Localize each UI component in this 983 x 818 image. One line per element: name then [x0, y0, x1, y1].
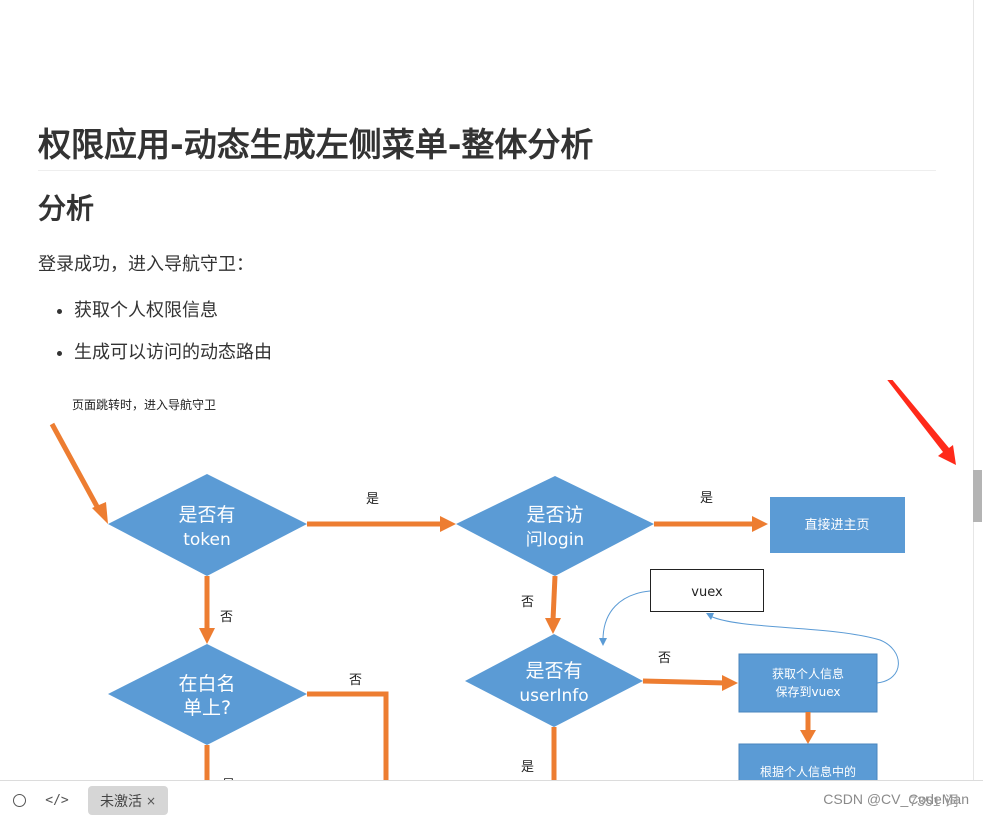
activation-status-label: 未激活 [100, 793, 142, 810]
edge-userinfo-no: 否 [642, 651, 738, 691]
edge-label: 否 [658, 651, 671, 666]
node-text: 单上? [183, 697, 231, 719]
status-bar: </> 未激活 × CSDN @CV_CodeMan 7351 词 [0, 780, 983, 818]
edge-label: 否 [349, 673, 362, 688]
intro-paragraph: 登录成功，进入导航守卫： [38, 254, 254, 275]
diagram-caption: 页面跳转时，进入导航守卫 [72, 397, 216, 412]
decision-has-userinfo: 是否有 userInfo [465, 634, 643, 727]
node-text: token [183, 530, 231, 550]
edge-label: 是 [366, 492, 379, 507]
edge-fetch-to-byinfo [800, 712, 816, 744]
node-text: 在白名 [178, 673, 235, 695]
decision-visit-login: 是否访 问login [456, 476, 654, 576]
code-icon: </> [45, 792, 69, 808]
node-text: 是否有 [525, 660, 582, 682]
close-icon[interactable]: × [146, 794, 156, 808]
edge-login-yes: 是 [654, 491, 768, 532]
edge-login-no: 否 [521, 575, 561, 634]
bullet-item: 生成可以访问的动态路由 [74, 338, 272, 380]
process-by-info: 根据个人信息中的 [738, 743, 878, 780]
node-text: userInfo [519, 686, 588, 706]
bullet-list: 获取个人权限信息 生成可以访问的动态路由 [38, 296, 272, 380]
node-text: 保存到vuex [776, 685, 841, 699]
watermark: CSDN @CV_CodeMan 7351 词 [823, 791, 969, 809]
scrollbar-thumb[interactable] [973, 470, 982, 522]
node-text: vuex [691, 585, 723, 600]
process-fetch-info: 获取个人信息 保存到vuex [738, 653, 878, 713]
circle-icon [12, 793, 26, 807]
connector-vuex-to-userinfo [599, 590, 651, 646]
vertical-scrollbar[interactable] [973, 0, 983, 780]
edge-whitelist-no: 否 [307, 673, 389, 780]
node-text: 是否访 [526, 504, 583, 526]
document-viewport: 权限应用-动态生成左侧菜单-整体分析 分析 登录成功，进入导航守卫： 获取个人权… [0, 0, 973, 780]
node-text: 直接进主页 [804, 517, 869, 533]
activation-status-tab[interactable]: 未激活 × [88, 786, 169, 815]
annotation-arrow-to-scrollbar [854, 336, 956, 465]
edge-label: 否 [521, 595, 534, 610]
source-code-button[interactable]: </> [45, 789, 69, 811]
focus-mode-button[interactable] [8, 789, 30, 811]
flowchart-image: 页面跳转时，进入导航守卫 是否有 token 是 是否访 问login 是 直接… [0, 139, 973, 780]
edge-label: 是 [521, 760, 534, 775]
edge-whitelist-yes: 是 [204, 745, 235, 780]
entry-arrow [49, 422, 108, 524]
document-title: 权限应用-动态生成左侧菜单-整体分析 [38, 120, 936, 171]
edge-label: 否 [220, 610, 233, 625]
node-text: 根据个人信息中的 [760, 764, 856, 779]
bullet-item: 获取个人权限信息 [74, 296, 272, 338]
section-heading: 分析 [38, 192, 95, 225]
store-vuex: vuex [650, 569, 764, 612]
node-text: 获取个人信息 [772, 666, 844, 681]
decision-has-token: 是否有 token [108, 474, 307, 576]
decision-in-whitelist: 在白名 单上? [108, 644, 307, 745]
edge-userinfo-yes: 是 [521, 727, 557, 780]
edge-token-no: 否 [199, 576, 233, 644]
edge-label: 是 [700, 491, 713, 506]
edge-token-yes: 是 [307, 492, 456, 532]
word-count: 7351 词 [909, 793, 959, 809]
node-text: 是否有 [178, 504, 235, 526]
node-text: 问login [526, 530, 584, 550]
process-go-home: 直接进主页 [770, 497, 905, 553]
